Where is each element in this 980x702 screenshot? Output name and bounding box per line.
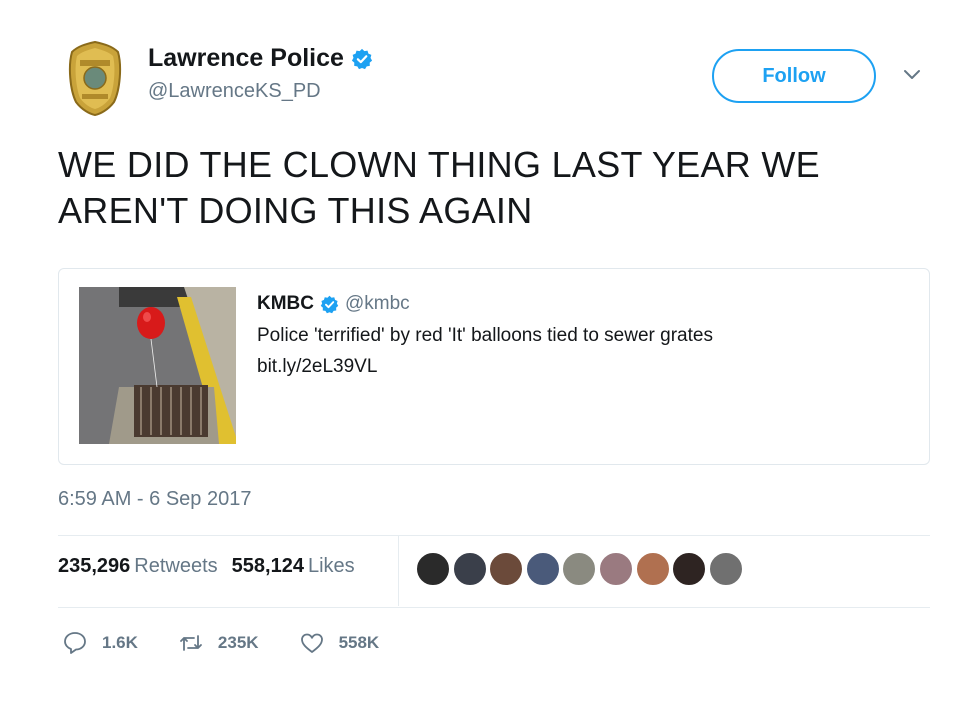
liker-avatar[interactable] bbox=[562, 552, 597, 586]
tweet-actions: 1.6K 235K 558K bbox=[62, 630, 419, 656]
follow-button[interactable]: Follow bbox=[712, 49, 876, 103]
retweet-button[interactable]: 235K bbox=[178, 630, 259, 656]
retweets-count: 235,296 bbox=[58, 555, 131, 577]
like-count: 558K bbox=[338, 633, 380, 652]
liker-avatar[interactable] bbox=[525, 552, 560, 586]
police-badge-icon[interactable] bbox=[66, 40, 124, 116]
retweets-stat[interactable]: 235,296 Retweets bbox=[58, 555, 218, 578]
verified-badge-icon bbox=[351, 48, 373, 69]
tweet-timestamp[interactable]: 6:59 AM - 6 Sep 2017 bbox=[58, 488, 251, 511]
quoted-tweet-image bbox=[79, 287, 236, 444]
quoted-tweet-text: Police 'terrified' by red 'It' balloons … bbox=[257, 325, 713, 346]
liker-avatar[interactable] bbox=[452, 552, 487, 586]
retweets-label: Retweets bbox=[134, 555, 218, 577]
retweet-icon bbox=[180, 635, 202, 651]
likes-count: 558,124 bbox=[231, 555, 304, 577]
quoted-author-handle[interactable]: @kmbc bbox=[345, 293, 410, 315]
divider bbox=[58, 535, 930, 536]
quoted-author-name[interactable]: KMBC bbox=[257, 293, 314, 315]
author-name[interactable]: Lawrence Police bbox=[148, 44, 344, 73]
chevron-down-icon[interactable] bbox=[903, 68, 921, 82]
liker-avatar[interactable] bbox=[598, 552, 633, 586]
likes-stat[interactable]: 558,124 Likes bbox=[232, 555, 355, 578]
engagement-stats: 235,296 Retweets 558,124 Likes bbox=[58, 555, 355, 578]
liker-avatar[interactable] bbox=[489, 552, 524, 586]
reply-icon bbox=[64, 632, 86, 654]
quoted-tweet-card[interactable]: KMBC @kmbc Police 'terrified' by red 'It… bbox=[58, 268, 930, 465]
liker-avatar[interactable] bbox=[416, 552, 450, 586]
likes-label: Likes bbox=[307, 555, 355, 577]
liker-avatar[interactable] bbox=[635, 552, 670, 586]
quoted-tweet-link[interactable]: bit.ly/2eL39VL bbox=[257, 356, 713, 378]
liker-avatar[interactable] bbox=[708, 552, 743, 586]
reply-count: 1.6K bbox=[102, 633, 138, 652]
tweet-text: WE DID THE CLOWN THING LAST YEAR WE AREN… bbox=[58, 144, 820, 231]
liker-avatars bbox=[416, 552, 745, 586]
author-handle[interactable]: @LawrenceKS_PD bbox=[148, 80, 373, 103]
divider bbox=[398, 536, 399, 606]
divider bbox=[58, 607, 930, 608]
retweet-count: 235K bbox=[217, 633, 259, 652]
like-button[interactable]: 558K bbox=[299, 630, 380, 656]
verified-badge-icon bbox=[320, 295, 339, 313]
heart-icon bbox=[300, 633, 323, 653]
liker-avatar[interactable] bbox=[672, 552, 707, 586]
tweet-author[interactable]: Lawrence Police @LawrenceKS_PD bbox=[148, 44, 373, 103]
reply-button[interactable]: 1.6K bbox=[62, 630, 138, 656]
